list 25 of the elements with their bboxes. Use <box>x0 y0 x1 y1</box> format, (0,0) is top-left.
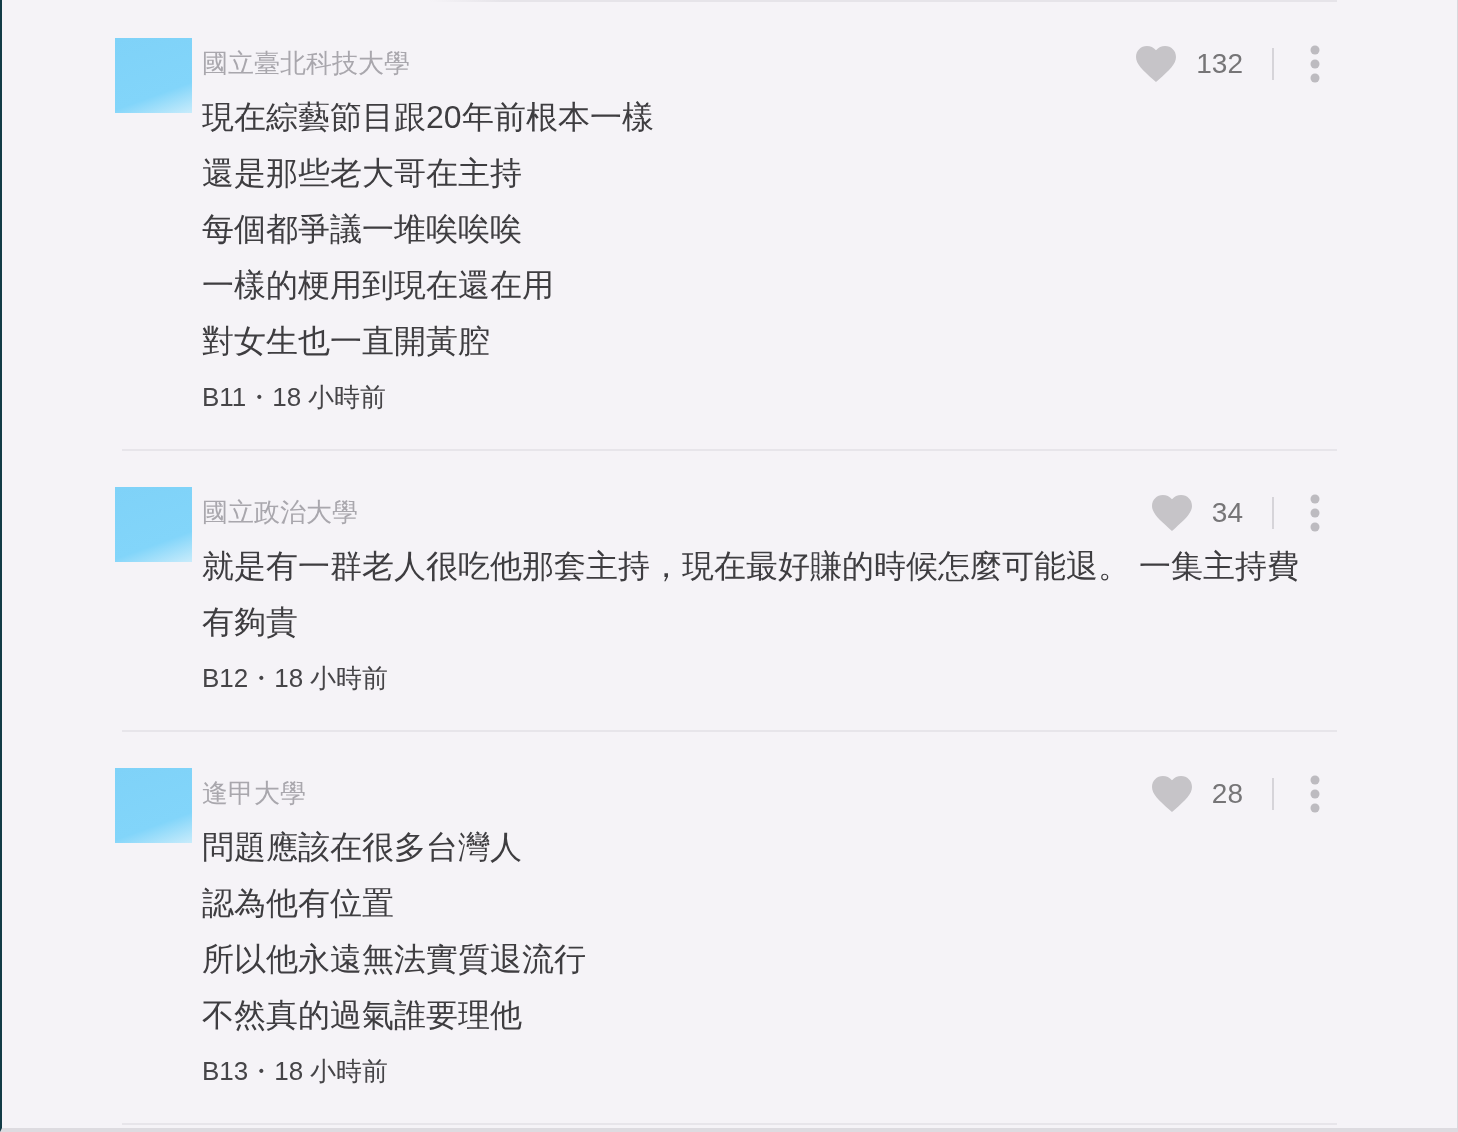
comment-text: 所以他永遠無法實質退流行 <box>202 940 587 979</box>
like-button[interactable]: 34 <box>1151 494 1243 531</box>
floor-and-time: B12・18 小時前 <box>202 662 390 695</box>
more-options-button[interactable] <box>1310 774 1320 813</box>
like-button[interactable]: 132 <box>1136 45 1243 82</box>
author-school: 國立臺北科技大學 <box>202 47 410 80</box>
author-school: 國立政治大學 <box>202 496 358 529</box>
comment-text: 還是那些老大哥在主持 <box>202 154 523 193</box>
more-options-button[interactable] <box>1310 44 1320 83</box>
like-button[interactable]: 28 <box>1151 775 1243 812</box>
comment-text: 不然真的過氣誰要理他 <box>202 996 523 1035</box>
comment-text: 認為他有位置 <box>202 884 395 923</box>
comment-text: 一樣的梗用到現在還在用 <box>202 266 555 305</box>
more-options-button[interactable] <box>1310 493 1320 532</box>
comment-text: 就是有一群老人很吃他那套主持，現在最好賺的時候怎麼可能退。 一集主持費有夠貴 <box>202 547 1300 642</box>
more-options-icon <box>1310 774 1320 813</box>
more-options-icon <box>1310 493 1320 532</box>
floor-and-time: B13・18 小時前 <box>202 1055 390 1088</box>
author-school: 逢甲大學 <box>202 777 306 810</box>
comment-text: 對女生也一直開黃腔 <box>202 322 491 361</box>
comment-text: 問題應該在很多台灣人 <box>202 828 523 867</box>
comment-text: 每個都爭議一堆唉唉唉 <box>202 210 523 249</box>
comment-text: 現在綜藝節目跟20年前根本一樣 <box>202 98 655 137</box>
floor-and-time: B11・18 小時前 <box>202 381 388 414</box>
more-options-icon <box>1310 44 1320 83</box>
